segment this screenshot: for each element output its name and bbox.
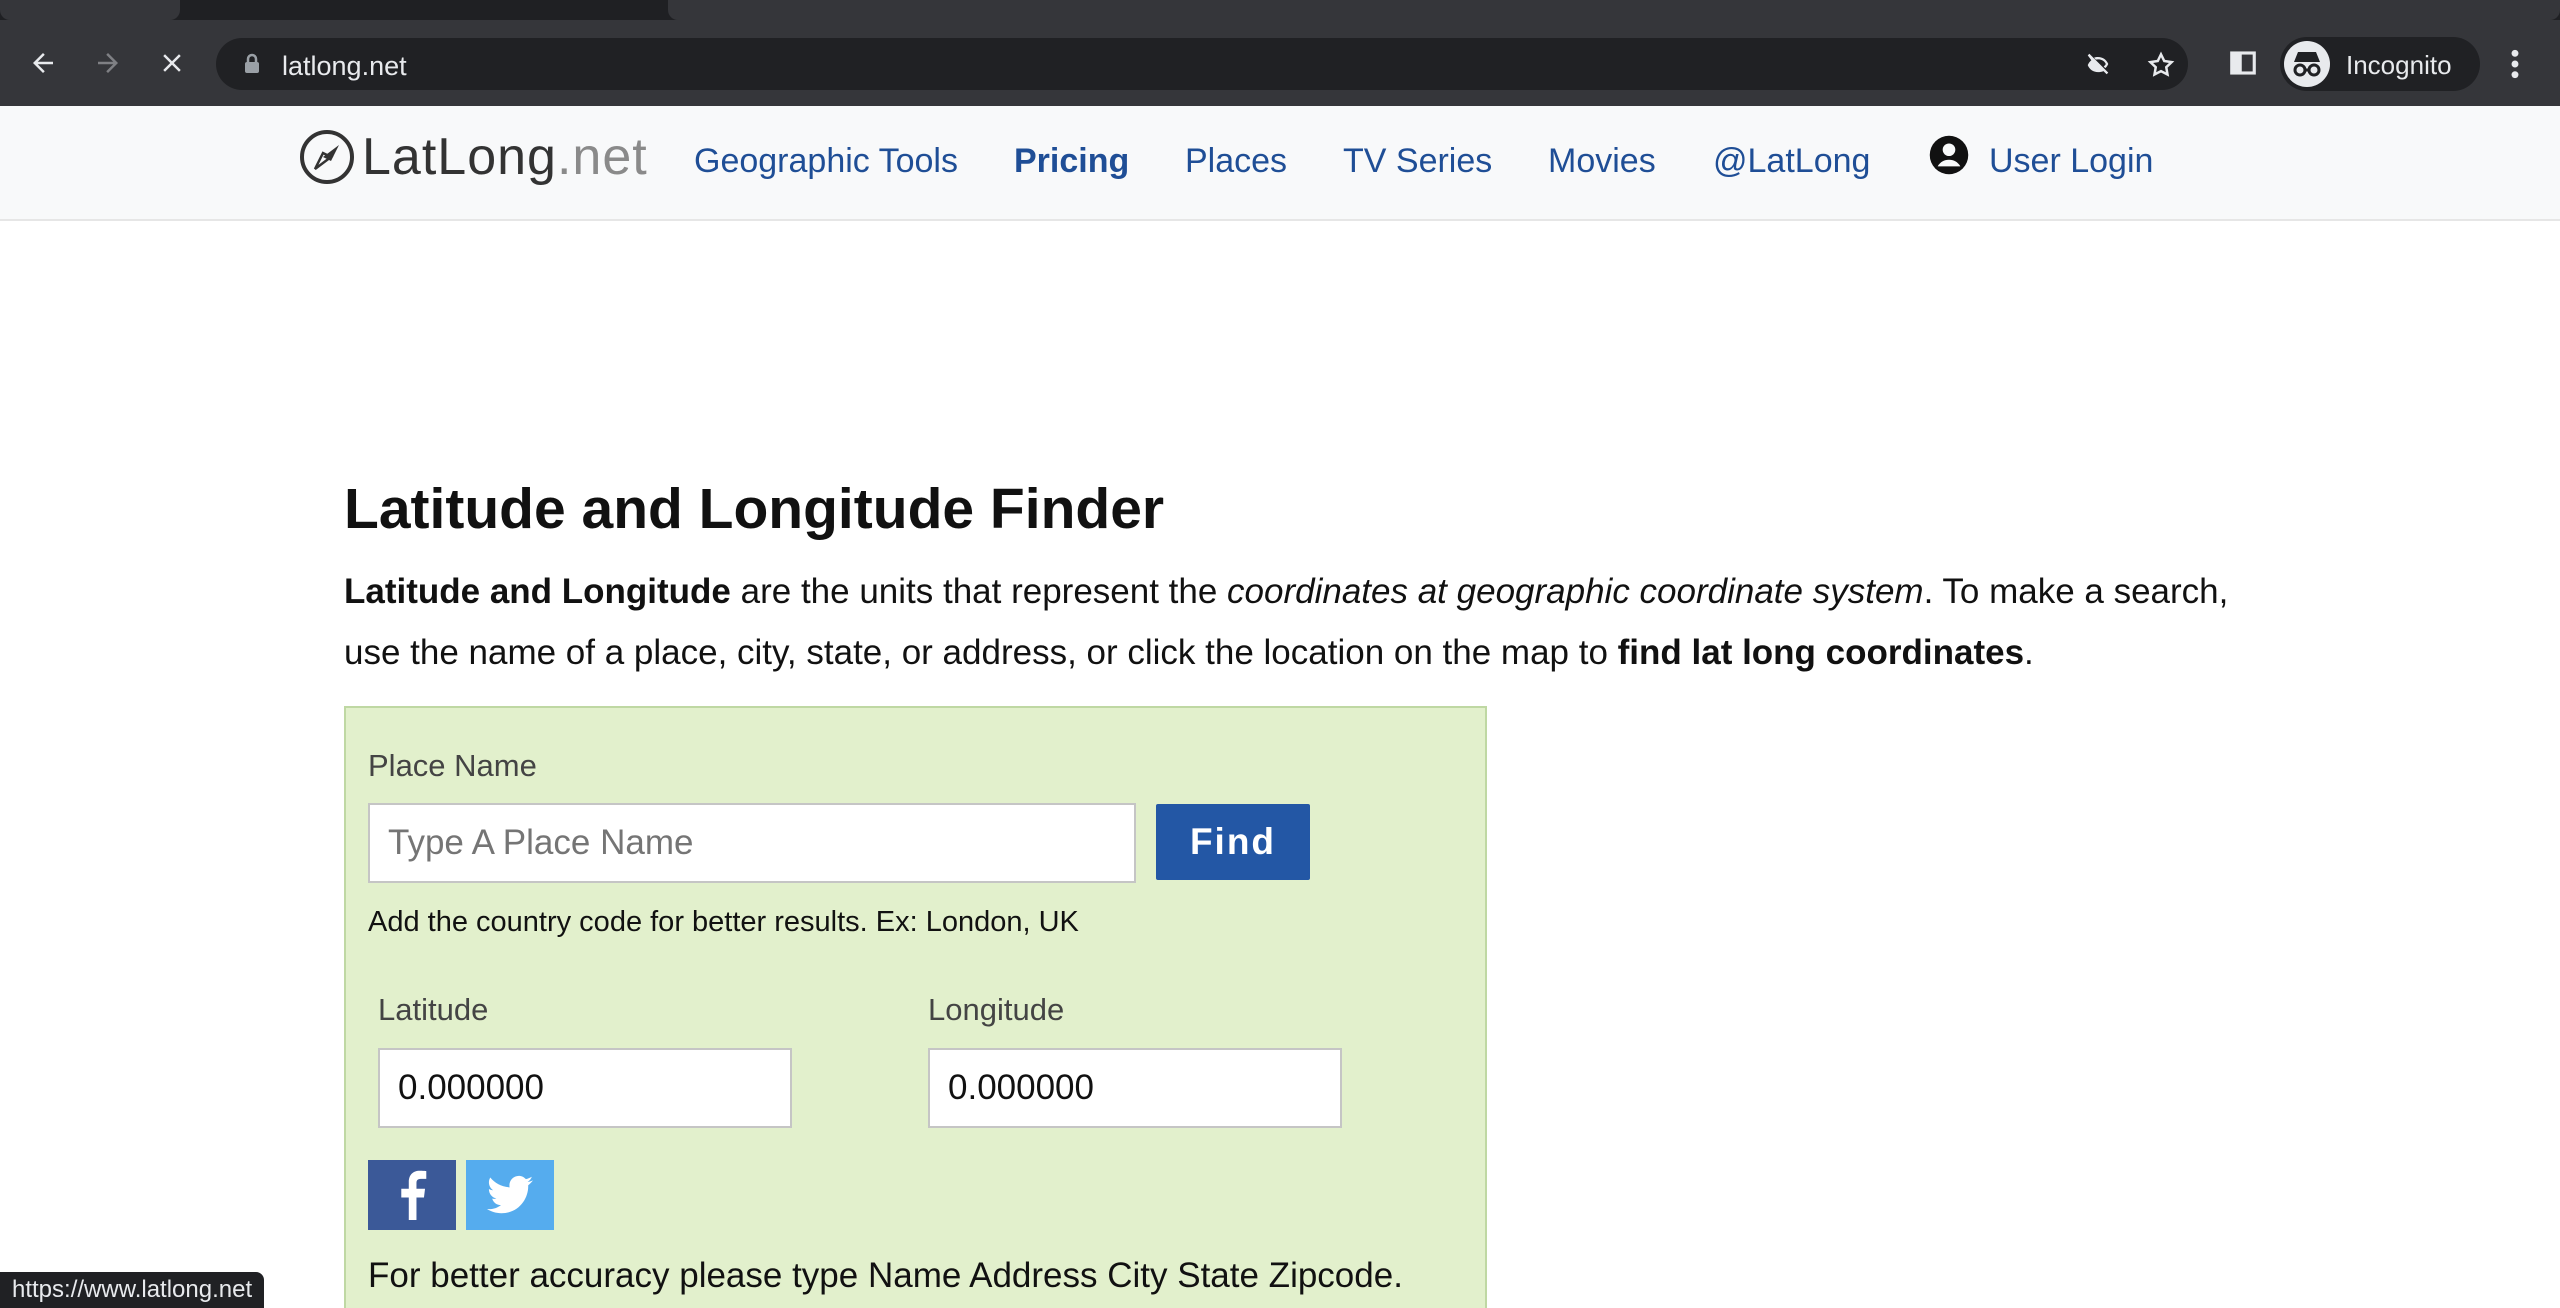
latitude-field[interactable]: 0.000000 — [378, 1048, 792, 1128]
status-bar-url: https://www.latlong.net — [0, 1272, 265, 1308]
nav-twitter-handle[interactable]: @LatLong — [1713, 142, 1870, 181]
more-menu-icon[interactable] — [2504, 48, 2526, 80]
place-name-label: Place Name — [368, 748, 537, 783]
intro-bold-term: find lat long coordinates — [1617, 633, 2025, 672]
intro-paragraph: Latitude and Longitude are the units tha… — [344, 561, 2294, 683]
lock-icon — [245, 53, 259, 73]
accuracy-note: For better accuracy please type Name Add… — [368, 1256, 1403, 1295]
nav-movies[interactable]: Movies — [1548, 142, 1656, 181]
logo-text: LatLong.net — [362, 128, 648, 186]
browser-tab-strip — [0, 0, 2560, 20]
address-url: latlong.net — [282, 51, 407, 81]
browser-toolbar: latlong.net Incognito — [0, 20, 2560, 106]
address-bar[interactable]: latlong.net — [216, 38, 2188, 90]
forward-button[interactable] — [88, 43, 128, 83]
intro-text: . — [2024, 633, 2034, 672]
forward-arrow-icon — [98, 53, 118, 73]
side-panel-icon[interactable] — [2228, 48, 2258, 78]
place-name-input[interactable] — [368, 803, 1136, 883]
find-button[interactable]: Find — [1156, 804, 1310, 880]
incognito-indicator[interactable]: Incognito — [2280, 37, 2480, 91]
nav-tv-series[interactable]: TV Series — [1343, 142, 1492, 181]
nav-user-login[interactable]: User Login — [1989, 142, 2153, 181]
incognito-icon — [2284, 41, 2330, 87]
longitude-field[interactable]: 0.000000 — [928, 1048, 1342, 1128]
longitude-label: Longitude — [928, 992, 1065, 1027]
close-icon — [163, 54, 181, 72]
site-logo[interactable]: LatLong.net — [298, 124, 648, 190]
intro-text: are the units that represent the — [730, 572, 1228, 611]
stop-loading-button[interactable] — [152, 43, 192, 83]
twitter-share-button[interactable] — [466, 1160, 554, 1230]
page-title: Latitude and Longitude Finder — [344, 477, 1165, 541]
browser-tab[interactable] — [668, 0, 2560, 20]
compass-icon — [300, 130, 354, 184]
facebook-icon — [401, 1170, 427, 1220]
country-code-hint: Add the country code for better results.… — [368, 906, 1079, 938]
twitter-icon — [487, 1175, 533, 1214]
intro-bold-term: Latitude and Longitude — [344, 572, 731, 611]
finder-panel: Place Name Find Add the country code for… — [344, 706, 1487, 1308]
user-account-icon[interactable] — [1928, 134, 1970, 176]
intro-italic-term: coordinates at geographic coordinate sys… — [1227, 572, 1924, 611]
back-button[interactable] — [23, 43, 63, 83]
eye-off-icon[interactable] — [2082, 50, 2114, 78]
star-icon[interactable] — [2146, 50, 2176, 80]
nav-places[interactable]: Places — [1185, 142, 1287, 181]
site-header: LatLong.net Geographic Tools Pricing Pla… — [0, 106, 2560, 221]
incognito-label: Incognito — [2346, 50, 2452, 80]
nav-pricing[interactable]: Pricing — [1014, 142, 1129, 181]
nav-geographic-tools[interactable]: Geographic Tools — [694, 142, 958, 181]
latitude-label: Latitude — [378, 992, 489, 1027]
back-arrow-icon — [33, 53, 53, 73]
facebook-share-button[interactable] — [368, 1160, 456, 1230]
browser-tab[interactable] — [0, 0, 180, 20]
